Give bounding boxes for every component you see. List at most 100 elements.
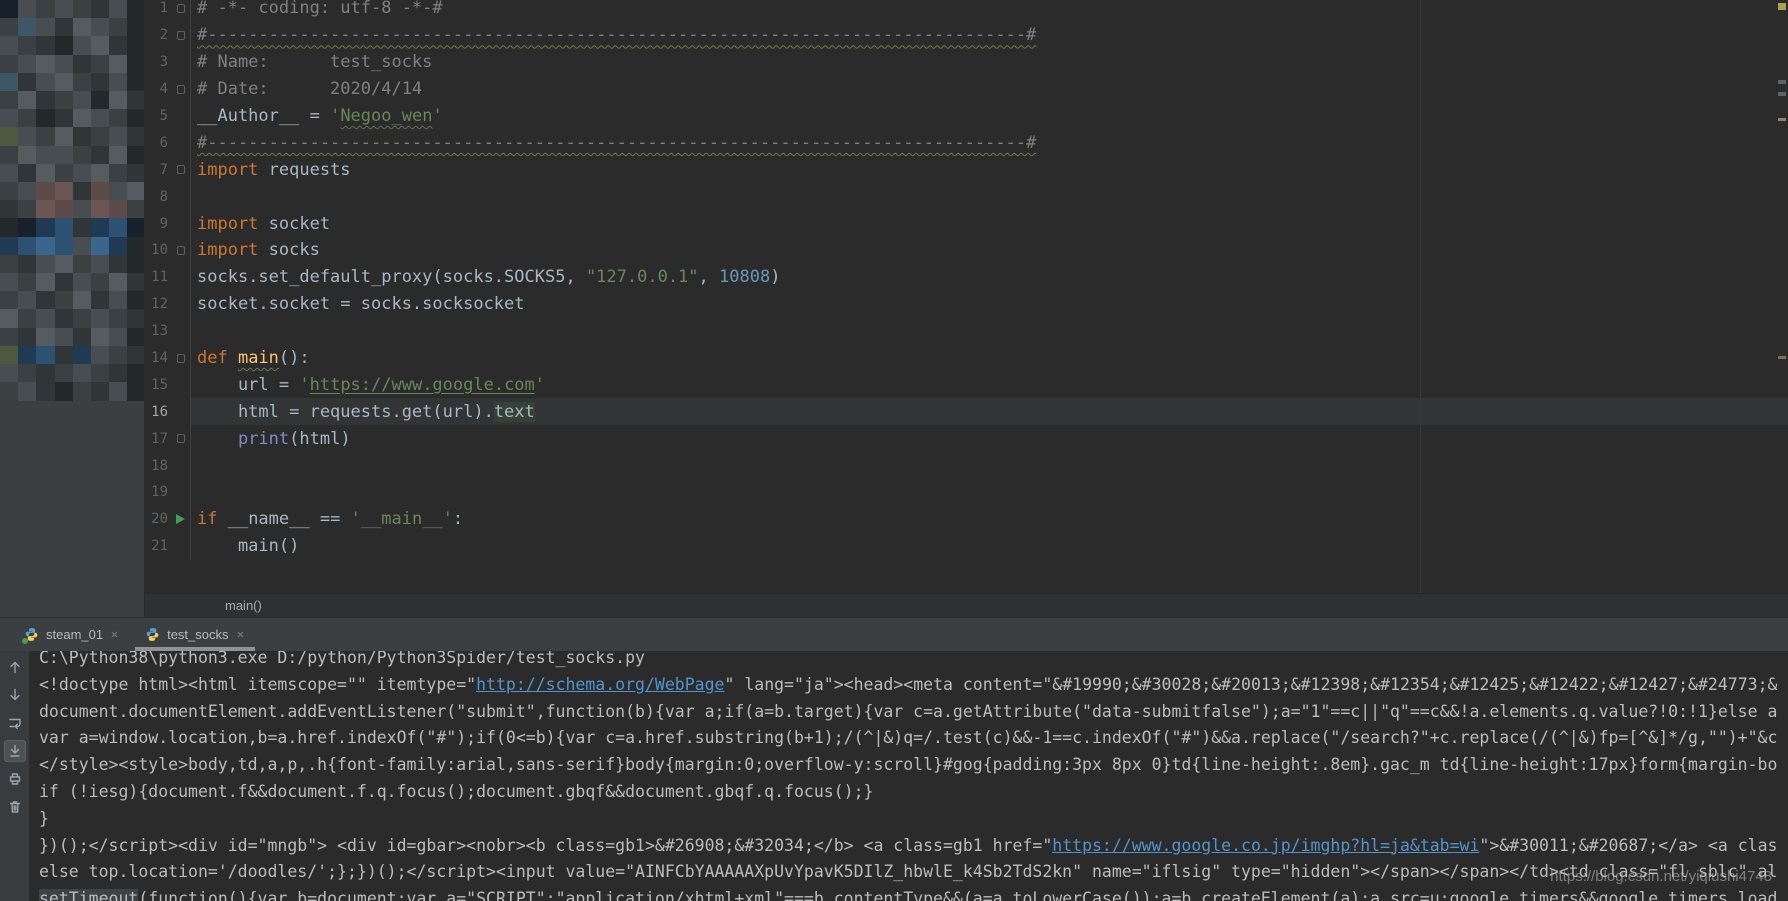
- mosaic-block: [18, 237, 37, 256]
- close-tab-icon[interactable]: [110, 630, 119, 639]
- mosaic-block: [73, 328, 92, 347]
- down-the-stack-trace-icon[interactable]: [4, 684, 26, 706]
- mosaic-block: [73, 164, 92, 183]
- soft-wrap-icon[interactable]: [4, 712, 26, 734]
- mosaic-block: [55, 91, 74, 110]
- mosaic-block: [55, 109, 74, 128]
- mosaic-block: [91, 237, 110, 256]
- mosaic-block: [127, 146, 145, 165]
- mosaic-block: [127, 255, 145, 274]
- fold-icon[interactable]: [177, 434, 185, 443]
- clear-all-icon[interactable]: [4, 796, 26, 818]
- console-line: document.documentElement.addEventListene…: [39, 699, 1788, 726]
- mosaic-block: [91, 18, 110, 37]
- project-panel-blurred: [0, 0, 145, 617]
- mosaic-block: [91, 127, 110, 146]
- mosaic-block: [18, 91, 37, 110]
- console-line: </style><style>body,td,a,p,.h{font-famil…: [39, 752, 1788, 779]
- gutter-cell: [171, 237, 190, 264]
- mosaic-block: [91, 309, 110, 328]
- fold-icon[interactable]: [177, 165, 185, 174]
- mosaic-block: [127, 273, 145, 292]
- mosaic-block: [127, 218, 145, 237]
- mosaic-block: [127, 0, 145, 19]
- mosaic-block: [73, 182, 92, 201]
- fold-icon[interactable]: [177, 4, 185, 13]
- editor-tab-bar: steam_01 test_socks: [0, 617, 1788, 651]
- mosaic-block: [109, 164, 128, 183]
- mosaic-block: [91, 382, 110, 401]
- mosaic-block: [55, 328, 74, 347]
- scrollbar-error-stripe[interactable]: [1776, 0, 1788, 593]
- mosaic-block: [36, 36, 55, 55]
- mosaic-block: [109, 109, 128, 128]
- hyperlink[interactable]: https://www.google.co.jp/imghp?hl=ja&tab…: [1052, 836, 1479, 855]
- breadcrumb[interactable]: main(): [225, 598, 262, 613]
- mosaic-block: [91, 0, 110, 19]
- mosaic-block: [73, 109, 92, 128]
- mosaic-block: [109, 91, 128, 110]
- line-number: 19: [145, 484, 171, 500]
- run-line-icon[interactable]: [176, 514, 185, 524]
- mosaic-block: [109, 200, 128, 219]
- gutter-cell: [171, 291, 190, 318]
- mosaic-block: [127, 346, 145, 365]
- mosaic-block: [91, 109, 110, 128]
- gutter-cell: [171, 318, 190, 345]
- mosaic-block: [73, 146, 92, 165]
- code-text: url = 'https://www.google.com': [190, 371, 1788, 398]
- mosaic-block: [73, 291, 92, 310]
- mosaic-block: [36, 291, 55, 310]
- mosaic-block: [36, 55, 55, 74]
- mosaic-block: [0, 346, 19, 365]
- mosaic-block: [91, 364, 110, 383]
- mosaic-block: [127, 382, 145, 401]
- console-line: setTimeout(function(){var b=document;var…: [39, 886, 1788, 901]
- scroll-to-end-icon[interactable]: [4, 740, 26, 762]
- console-output[interactable]: C:\Python38\python3.exe D:/python/Python…: [31, 651, 1788, 901]
- mosaic-block: [55, 182, 74, 201]
- mosaic-block: [55, 364, 74, 383]
- gutter-cell: [171, 398, 190, 425]
- code-line: 1# -*- coding: utf-8 -*-#: [145, 0, 1788, 22]
- line-number: 7: [145, 162, 171, 178]
- mosaic-block: [127, 182, 145, 201]
- mosaic-block: [18, 309, 37, 328]
- mosaic-block: [55, 146, 74, 165]
- mosaic-block: [55, 309, 74, 328]
- tab-steam-01[interactable]: steam_01: [14, 618, 129, 651]
- line-number: 8: [145, 189, 171, 205]
- mosaic-block: [73, 255, 92, 274]
- mosaic-block: [127, 36, 145, 55]
- mosaic-block: [18, 73, 37, 92]
- mosaic-block: [109, 182, 128, 201]
- line-number: 2: [145, 27, 171, 43]
- run-console: C:\Python38\python3.exe D:/python/Python…: [0, 651, 1788, 901]
- close-tab-icon[interactable]: [236, 630, 245, 639]
- mosaic-block: [0, 55, 19, 74]
- mosaic-block: [18, 255, 37, 274]
- fold-icon[interactable]: [177, 354, 185, 363]
- mosaic-block: [109, 364, 128, 383]
- mosaic-block: [127, 109, 145, 128]
- fold-icon[interactable]: [177, 31, 185, 40]
- fold-icon[interactable]: [177, 85, 185, 94]
- hyperlink[interactable]: http://schema.org/WebPage: [476, 675, 724, 694]
- mosaic-block: [0, 200, 19, 219]
- code-editor[interactable]: 1# -*- coding: utf-8 -*-#2#-------------…: [145, 0, 1788, 593]
- print-icon[interactable]: [4, 768, 26, 790]
- mosaic-block: [18, 218, 37, 237]
- mosaic-block: [36, 382, 55, 401]
- mosaic-block: [36, 309, 55, 328]
- fold-icon[interactable]: [177, 246, 185, 255]
- code-line: 14def main():: [145, 345, 1788, 372]
- line-number: 6: [145, 135, 171, 151]
- code-line: 21 main(): [145, 533, 1788, 560]
- mosaic-block: [18, 364, 37, 383]
- code-text: # Name: test_socks: [190, 49, 1788, 76]
- tab-test-socks[interactable]: test_socks: [135, 618, 254, 651]
- up-the-stack-trace-icon[interactable]: [4, 656, 26, 678]
- mosaic-block: [36, 146, 55, 165]
- mosaic-block: [127, 127, 145, 146]
- console-line: }: [39, 806, 1788, 833]
